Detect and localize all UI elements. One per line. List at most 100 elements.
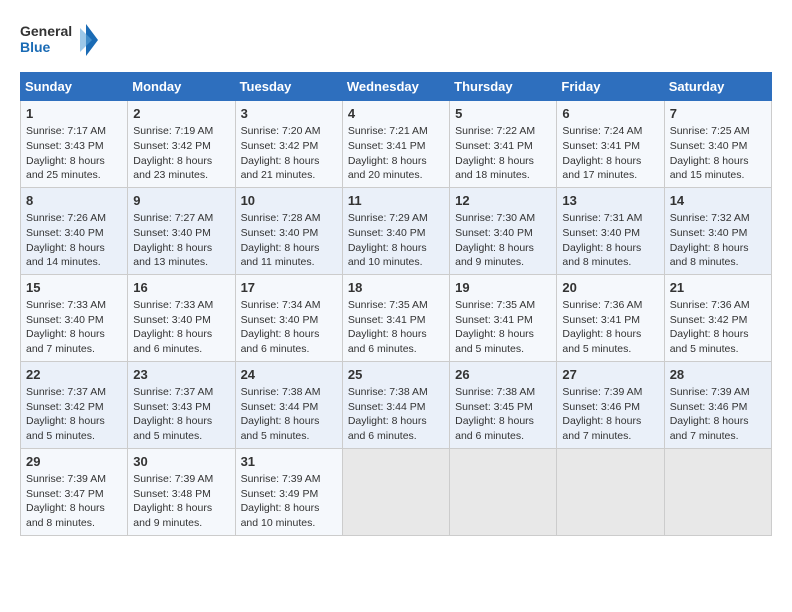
day-info: Sunset: 3:40 PM	[455, 226, 551, 241]
day-number: 9	[133, 192, 229, 210]
day-info: Sunset: 3:42 PM	[133, 139, 229, 154]
day-info: Sunrise: 7:22 AM	[455, 124, 551, 139]
day-number: 7	[670, 105, 766, 123]
day-number: 6	[562, 105, 658, 123]
day-info: Daylight: 8 hours and 13 minutes.	[133, 241, 229, 270]
calendar-cell: 14Sunrise: 7:32 AMSunset: 3:40 PMDayligh…	[664, 187, 771, 274]
day-info: Daylight: 8 hours and 15 minutes.	[670, 154, 766, 183]
day-info: Sunrise: 7:26 AM	[26, 211, 122, 226]
day-info: Sunrise: 7:21 AM	[348, 124, 444, 139]
day-info: Daylight: 8 hours and 5 minutes.	[562, 327, 658, 356]
day-info: Sunset: 3:41 PM	[348, 313, 444, 328]
day-info: Sunrise: 7:25 AM	[670, 124, 766, 139]
day-info: Sunrise: 7:36 AM	[670, 298, 766, 313]
day-header-friday: Friday	[557, 73, 664, 101]
calendar-cell: 1Sunrise: 7:17 AMSunset: 3:43 PMDaylight…	[21, 101, 128, 188]
day-number: 28	[670, 366, 766, 384]
day-info: Sunrise: 7:38 AM	[455, 385, 551, 400]
calendar-week-row: 1Sunrise: 7:17 AMSunset: 3:43 PMDaylight…	[21, 101, 772, 188]
calendar-cell	[664, 448, 771, 535]
calendar-cell: 12Sunrise: 7:30 AMSunset: 3:40 PMDayligh…	[450, 187, 557, 274]
calendar-cell: 6Sunrise: 7:24 AMSunset: 3:41 PMDaylight…	[557, 101, 664, 188]
day-info: Sunrise: 7:30 AM	[455, 211, 551, 226]
day-info: Daylight: 8 hours and 7 minutes.	[26, 327, 122, 356]
day-info: Sunset: 3:41 PM	[562, 313, 658, 328]
day-info: Daylight: 8 hours and 8 minutes.	[26, 501, 122, 530]
day-info: Daylight: 8 hours and 9 minutes.	[455, 241, 551, 270]
day-info: Sunrise: 7:39 AM	[562, 385, 658, 400]
day-info: Sunrise: 7:39 AM	[133, 472, 229, 487]
day-info: Sunrise: 7:24 AM	[562, 124, 658, 139]
day-info: Daylight: 8 hours and 6 minutes.	[348, 414, 444, 443]
calendar-cell	[557, 448, 664, 535]
day-info: Sunset: 3:42 PM	[26, 400, 122, 415]
day-info: Sunset: 3:40 PM	[241, 226, 337, 241]
calendar-cell: 30Sunrise: 7:39 AMSunset: 3:48 PMDayligh…	[128, 448, 235, 535]
day-info: Daylight: 8 hours and 14 minutes.	[26, 241, 122, 270]
calendar-cell: 18Sunrise: 7:35 AMSunset: 3:41 PMDayligh…	[342, 274, 449, 361]
day-info: Sunset: 3:41 PM	[455, 313, 551, 328]
calendar-cell: 26Sunrise: 7:38 AMSunset: 3:45 PMDayligh…	[450, 361, 557, 448]
day-info: Sunset: 3:40 PM	[670, 139, 766, 154]
calendar-cell: 24Sunrise: 7:38 AMSunset: 3:44 PMDayligh…	[235, 361, 342, 448]
day-info: Daylight: 8 hours and 20 minutes.	[348, 154, 444, 183]
day-info: Sunset: 3:40 PM	[670, 226, 766, 241]
day-info: Sunrise: 7:37 AM	[26, 385, 122, 400]
calendar-cell: 5Sunrise: 7:22 AMSunset: 3:41 PMDaylight…	[450, 101, 557, 188]
calendar-cell: 13Sunrise: 7:31 AMSunset: 3:40 PMDayligh…	[557, 187, 664, 274]
day-number: 3	[241, 105, 337, 123]
calendar-cell: 19Sunrise: 7:35 AMSunset: 3:41 PMDayligh…	[450, 274, 557, 361]
day-number: 2	[133, 105, 229, 123]
day-number: 8	[26, 192, 122, 210]
day-info: Sunset: 3:40 PM	[348, 226, 444, 241]
day-info: Daylight: 8 hours and 6 minutes.	[133, 327, 229, 356]
day-header-saturday: Saturday	[664, 73, 771, 101]
calendar-table: SundayMondayTuesdayWednesdayThursdayFrid…	[20, 72, 772, 536]
day-info: Sunset: 3:47 PM	[26, 487, 122, 502]
day-info: Sunrise: 7:31 AM	[562, 211, 658, 226]
logo: General Blue	[20, 20, 100, 62]
day-info: Sunset: 3:40 PM	[133, 226, 229, 241]
day-info: Sunrise: 7:37 AM	[133, 385, 229, 400]
calendar-cell: 29Sunrise: 7:39 AMSunset: 3:47 PMDayligh…	[21, 448, 128, 535]
day-info: Sunrise: 7:27 AM	[133, 211, 229, 226]
day-number: 20	[562, 279, 658, 297]
calendar-cell: 7Sunrise: 7:25 AMSunset: 3:40 PMDaylight…	[664, 101, 771, 188]
day-info: Daylight: 8 hours and 5 minutes.	[455, 327, 551, 356]
calendar-cell: 11Sunrise: 7:29 AMSunset: 3:40 PMDayligh…	[342, 187, 449, 274]
calendar-cell: 9Sunrise: 7:27 AMSunset: 3:40 PMDaylight…	[128, 187, 235, 274]
day-info: Sunrise: 7:39 AM	[241, 472, 337, 487]
day-info: Daylight: 8 hours and 9 minutes.	[133, 501, 229, 530]
calendar-cell: 17Sunrise: 7:34 AMSunset: 3:40 PMDayligh…	[235, 274, 342, 361]
day-number: 16	[133, 279, 229, 297]
day-info: Sunset: 3:48 PM	[133, 487, 229, 502]
day-number: 13	[562, 192, 658, 210]
calendar-cell: 10Sunrise: 7:28 AMSunset: 3:40 PMDayligh…	[235, 187, 342, 274]
calendar-cell: 4Sunrise: 7:21 AMSunset: 3:41 PMDaylight…	[342, 101, 449, 188]
day-info: Sunrise: 7:39 AM	[26, 472, 122, 487]
day-info: Daylight: 8 hours and 10 minutes.	[241, 501, 337, 530]
day-info: Sunset: 3:41 PM	[562, 139, 658, 154]
day-number: 14	[670, 192, 766, 210]
calendar-cell	[450, 448, 557, 535]
day-info: Sunrise: 7:38 AM	[348, 385, 444, 400]
day-info: Sunset: 3:40 PM	[562, 226, 658, 241]
day-info: Sunset: 3:41 PM	[348, 139, 444, 154]
day-info: Daylight: 8 hours and 5 minutes.	[26, 414, 122, 443]
calendar-cell: 3Sunrise: 7:20 AMSunset: 3:42 PMDaylight…	[235, 101, 342, 188]
svg-text:General: General	[20, 23, 72, 39]
day-header-thursday: Thursday	[450, 73, 557, 101]
calendar-cell: 28Sunrise: 7:39 AMSunset: 3:46 PMDayligh…	[664, 361, 771, 448]
day-info: Sunset: 3:46 PM	[562, 400, 658, 415]
day-header-sunday: Sunday	[21, 73, 128, 101]
day-info: Sunrise: 7:28 AM	[241, 211, 337, 226]
calendar-cell: 25Sunrise: 7:38 AMSunset: 3:44 PMDayligh…	[342, 361, 449, 448]
calendar-cell: 20Sunrise: 7:36 AMSunset: 3:41 PMDayligh…	[557, 274, 664, 361]
calendar-cell: 16Sunrise: 7:33 AMSunset: 3:40 PMDayligh…	[128, 274, 235, 361]
day-info: Daylight: 8 hours and 21 minutes.	[241, 154, 337, 183]
day-number: 5	[455, 105, 551, 123]
day-info: Sunrise: 7:20 AM	[241, 124, 337, 139]
day-number: 18	[348, 279, 444, 297]
calendar-week-row: 22Sunrise: 7:37 AMSunset: 3:42 PMDayligh…	[21, 361, 772, 448]
day-info: Daylight: 8 hours and 11 minutes.	[241, 241, 337, 270]
